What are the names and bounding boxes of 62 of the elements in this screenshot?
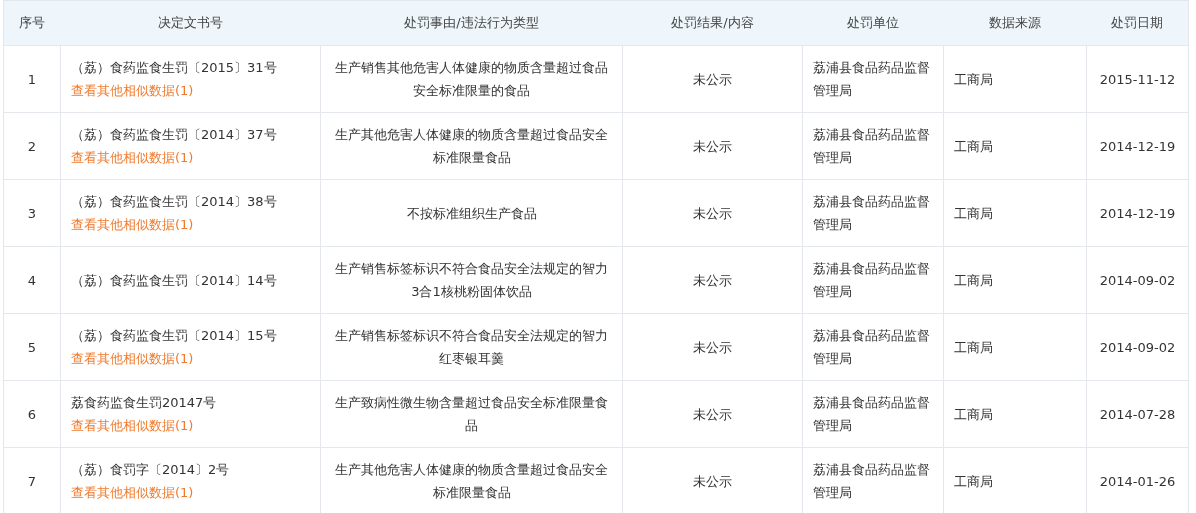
column-header: 处罚事由/违法行为类型 (404, 15, 539, 30)
table-cell-text: 未公示 (693, 338, 732, 357)
table-cell-text: 生产销售标签标识不符合食品安全法规定的智力红枣银耳羹 (334, 327, 609, 368)
document-number: 荔食药监食生罚20147号 (71, 394, 217, 412)
table-cell-text: 荔浦县食品药品监督管理局 (813, 260, 931, 301)
table-cell: 1 (27, 71, 37, 87)
table-cell-text: 未公示 (693, 271, 732, 290)
table-cell-text: 生产销售其他危害人体健康的物质含量超过食品安全标准限量的食品 (334, 59, 609, 100)
table-cell-text: 2014-09-02 (1099, 338, 1176, 357)
similar-data-link[interactable]: 查看其他相似数据(1) (71, 79, 194, 102)
table-cell-text: 2014-07-28 (1099, 405, 1176, 424)
table-cell-text: 2014-09-02 (1099, 271, 1176, 290)
document-number: （荔）食罚字〔2014〕2号 (71, 461, 230, 479)
table-cell-text: 荔浦县食品药品监督管理局 (813, 193, 931, 234)
table-cell-text: 工商局 (954, 137, 993, 156)
column-header: 处罚单位 (847, 15, 899, 30)
table-cell-text: 2014-12-19 (1099, 137, 1176, 156)
similar-data-link[interactable]: 查看其他相似数据(1) (71, 146, 194, 169)
document-number: （荔）食药监食生罚〔2014〕38号 (71, 193, 277, 211)
table-cell-text: 工商局 (954, 472, 993, 491)
table-cell-text: 未公示 (693, 405, 732, 424)
table-cell: 4 (27, 272, 37, 288)
document-number: （荔）食药监食生罚〔2014〕14号 (71, 271, 277, 290)
table-cell-text: 未公示 (693, 204, 732, 223)
table-cell-text: 荔浦县食品药品监督管理局 (813, 59, 931, 100)
column-header: 决定文书号 (158, 15, 223, 30)
table-cell-text: 工商局 (954, 271, 993, 290)
table-cell-text: 荔浦县食品药品监督管理局 (813, 327, 931, 368)
table-cell-text: 生产其他危害人体健康的物质含量超过食品安全标准限量食品 (334, 461, 609, 502)
table-cell-text: 未公示 (693, 472, 732, 491)
column-header: 数据来源 (989, 15, 1041, 30)
table-cell-text: 2014-01-26 (1099, 472, 1176, 491)
table-cell-text: 2015-11-12 (1099, 70, 1176, 89)
document-number: （荔）食药监食生罚〔2014〕15号 (71, 327, 277, 345)
column-header: 处罚日期 (1111, 15, 1164, 30)
table-cell-text: 未公示 (693, 70, 732, 89)
table-cell: 6 (27, 406, 37, 422)
table-cell-text: 工商局 (954, 338, 993, 357)
document-number: （荔）食药监食生罚〔2014〕37号 (71, 126, 277, 144)
table-cell-text: 不按标准组织生产食品 (406, 204, 537, 223)
table-cell-text: 生产其他危害人体健康的物质含量超过食品安全标准限量食品 (334, 126, 609, 167)
table-cell-text: 荔浦县食品药品监督管理局 (813, 126, 931, 167)
table-cell: 3 (27, 205, 37, 221)
table-cell-text: 生产致病性微生物含量超过食品安全标准限量食品 (334, 394, 609, 435)
table-cell-text: 生产销售标签标识不符合食品安全法规定的智力3合1核桃粉固体饮品 (334, 260, 609, 301)
table-cell: 2 (27, 138, 37, 154)
table-cell-text: 工商局 (954, 405, 993, 424)
similar-data-link[interactable]: 查看其他相似数据(1) (71, 213, 194, 236)
similar-data-link[interactable]: 查看其他相似数据(1) (71, 347, 194, 370)
table-cell-text: 工商局 (954, 70, 993, 89)
similar-data-link[interactable]: 查看其他相似数据(1) (71, 481, 194, 504)
document-number: （荔）食药监食生罚〔2015〕31号 (71, 59, 277, 77)
similar-data-link[interactable]: 查看其他相似数据(1) (71, 414, 194, 437)
table-cell: 5 (27, 339, 37, 355)
table-cell-text: 未公示 (693, 137, 732, 156)
table-cell-text: 荔浦县食品药品监督管理局 (813, 394, 931, 435)
table-cell-text: 工商局 (954, 204, 993, 223)
table-cell: 7 (27, 473, 37, 489)
column-header: 序号 (19, 15, 46, 30)
column-header: 处罚结果/内容 (671, 15, 754, 30)
table-cell-text: 2014-12-19 (1099, 204, 1176, 223)
table-cell-text: 荔浦县食品药品监督管理局 (813, 461, 931, 502)
